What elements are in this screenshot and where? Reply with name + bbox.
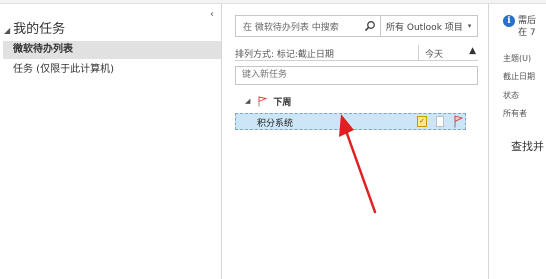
owner-field-label: 所有者 (503, 109, 527, 118)
sort-order-button[interactable]: 今天 (425, 47, 443, 60)
flag-outline-icon (258, 95, 268, 107)
sidebar-item-label: 微软待办列表 (13, 44, 73, 55)
category-box[interactable] (436, 116, 444, 127)
sort-bar: 排列方式: 标记:截止日期 今天 ▲ (235, 45, 478, 61)
search-icon[interactable] (360, 16, 380, 36)
group-header-next-week[interactable]: ◢ 下周 (245, 94, 291, 108)
subject-field-label: 主题(U) (503, 54, 532, 63)
my-tasks-title: 我的任务 (13, 22, 66, 37)
sidebar-item-local-tasks[interactable]: 任务 (仅限于此计算机) (3, 61, 221, 79)
expand-triangle-icon[interactable]: ◢ (245, 97, 250, 105)
sidebar-item-label: 任务 (仅限于此计算机) (13, 64, 114, 75)
find-related-link[interactable]: 查找并 (511, 138, 544, 154)
search-box: 在 微软待办列表 中搜索 所有 Outlook 项目 ▾ (235, 15, 478, 37)
due-date-field-label: 截止日期 (503, 72, 535, 81)
task-complete-checkbox[interactable]: ✓ (417, 116, 427, 127)
search-scope-label: 所有 Outlook 项目 (386, 22, 463, 33)
info-banner: i 需后 在 7 (503, 15, 536, 39)
status-field-label: 状态 (503, 91, 519, 100)
arrange-by-button[interactable]: 排列方式: 标记:截止日期 (235, 47, 334, 60)
chevron-down-icon: ▾ (467, 22, 472, 30)
sidebar-item-todo-list[interactable]: 微软待办列表 (3, 41, 221, 59)
expand-triangle-icon[interactable]: ◢ (4, 26, 10, 35)
reading-pane: i 需后 在 7 主题(U) 截止日期 状态 所有者 查找并 (488, 4, 546, 279)
flag-icon[interactable] (454, 115, 463, 128)
task-subject: 积分系统 (257, 119, 294, 129)
new-task-input[interactable]: 键入新任务 (235, 66, 478, 85)
sort-divider (418, 45, 419, 60)
info-line-1: 需后 (518, 16, 537, 26)
search-scope-dropdown[interactable]: 所有 Outlook 项目 ▾ (380, 16, 477, 36)
annotation-arrow (339, 114, 377, 214)
my-tasks-header[interactable]: ◢ 我的任务 (4, 18, 65, 37)
folder-pane: ‹ ◢ 我的任务 微软待办列表 任务 (仅限于此计算机) (0, 4, 222, 279)
info-line-2: 在 7 (518, 28, 536, 38)
collapse-pane-icon[interactable]: ‹ (210, 9, 214, 20)
info-icon: i (503, 15, 515, 27)
search-input[interactable]: 在 微软待办列表 中搜索 (236, 20, 360, 33)
group-label: 下周 (273, 97, 292, 108)
sort-ascending-icon[interactable]: ▲ (469, 46, 476, 56)
